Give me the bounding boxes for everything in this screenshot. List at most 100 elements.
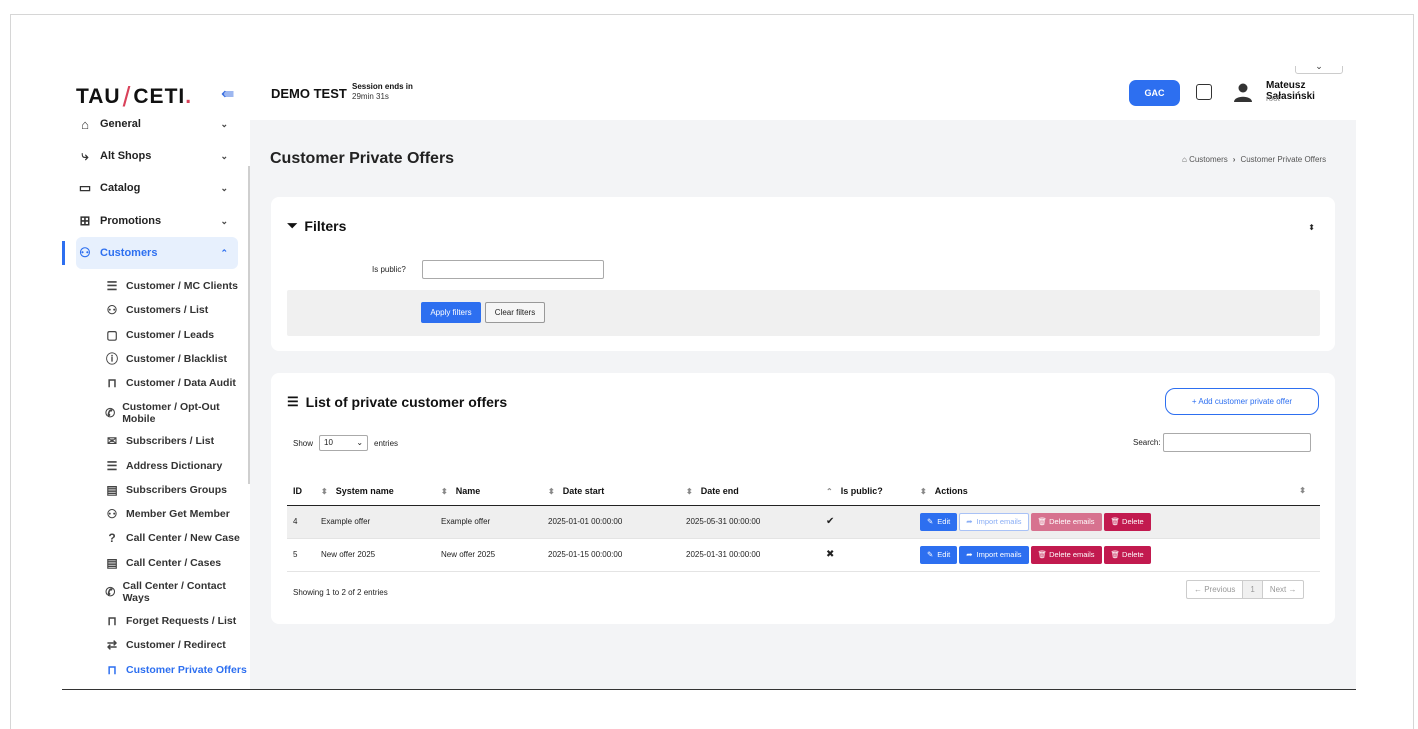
import-label: Import emails (976, 517, 1022, 526)
user-icon[interactable] (1233, 82, 1253, 102)
delete-emails-button[interactable]: 🗑 Delete emails (1030, 545, 1102, 564)
entries-label: entries (374, 438, 399, 448)
archive-icon: ▤ (106, 483, 118, 497)
import-emails-button[interactable]: ➦ Import emails (959, 545, 1029, 564)
column-header-label: Name (455, 485, 481, 496)
column-header-id[interactable]: ID (287, 477, 315, 506)
sidebar-item-promotions[interactable]: ⊞ Promotions ⌄ (76, 205, 238, 237)
arrow-left-to-line-icon[interactable]: ⇚ (221, 84, 234, 104)
sidebar-subitem-cases[interactable]: ▤ Call Center / Cases (104, 557, 250, 569)
cell-date-end: 2025-01-31 00:00:00 (680, 538, 820, 572)
trash-icon: 🗑 (1037, 550, 1048, 559)
column-header-is-public[interactable]: ⌃ Is public? (820, 477, 914, 506)
trash-icon: 🗑 (1037, 517, 1048, 526)
sidebar-item-label: General (100, 118, 141, 130)
clear-filters-button[interactable]: Clear filters (485, 302, 545, 323)
breadcrumb-link[interactable]: Customers (1189, 155, 1228, 164)
sort-toggle-icon[interactable]: ⬍ (1308, 223, 1315, 232)
page-size-select[interactable]: 10 ⌄ (319, 435, 369, 451)
sidebar-item-catalog[interactable]: ▭ Catalog ⌄ (76, 172, 238, 204)
add-private-offer-button[interactable]: + Add customer private offer (1165, 388, 1319, 415)
list-icon: ☰ (106, 459, 118, 473)
pagination: ← Previous 1 Next → (1186, 580, 1305, 599)
sidebar-subitem-subscribers-list[interactable]: ✉ Subscribers / List (104, 435, 250, 447)
repeat-icon: ⇄ (106, 638, 118, 652)
sidebar-subitem-subscribers-groups[interactable]: ▤ Subscribers Groups (104, 484, 250, 496)
top-dropdown-toggle[interactable]: ⌄ (1295, 66, 1343, 74)
column-header-label: Date start (562, 485, 605, 496)
sidebar-subitem-data-audit[interactable]: ⊓ Customer / Data Audit (104, 377, 250, 389)
edit-button[interactable]: ✎ Edit (920, 545, 958, 564)
sidebar-subitem-member-get-member[interactable]: ⚇ Member Get Member (104, 508, 250, 520)
sort-icon: ⬍ (321, 486, 328, 496)
sort-icon: ⬍ (920, 486, 927, 496)
gac-button[interactable]: GAC (1129, 80, 1180, 106)
offers-list-card: ☰ List of private customer offers + Add … (271, 373, 1335, 624)
sidebar-item-alt-shops[interactable]: ⤷ Alt Shops ⌄ (76, 140, 238, 172)
sidebar-subitem-label: Customer / Data Audit (126, 377, 236, 389)
breadcrumb: ⌂ Customers › Customer Private Offers (1182, 155, 1326, 164)
delete-button[interactable]: 🗑 Delete (1103, 512, 1151, 531)
import-emails-button[interactable]: ➦ Import emails (959, 512, 1029, 531)
column-header-label: Actions (934, 485, 968, 496)
sidebar-subitem-label: Member Get Member (126, 508, 230, 520)
tablet-icon: ▢ (106, 328, 118, 342)
sidebar-subitem-customers-list[interactable]: ⚇ Customers / List (104, 304, 250, 316)
sidebar-subitem-opt-out-mobile[interactable]: ✆ Customer / Opt-Out Mobile (104, 401, 224, 425)
check-icon: ✔ (820, 505, 914, 539)
logo-text-left: TAU (76, 85, 121, 108)
column-header-label: ID (293, 485, 302, 496)
sidebar-subitem-private-offers[interactable]: ⊓ Customer Private Offers (104, 664, 250, 676)
show-label: Show (293, 438, 314, 448)
chevron-down-icon: ⌄ (220, 150, 228, 161)
filters-title-text: Filters (304, 218, 347, 234)
table-row: 5 New offer 2025 New offer 2025 2025-01-… (287, 538, 1320, 572)
sidebar-subitem-contact-ways[interactable]: ✆ Call Center / Contact Ways (104, 580, 228, 604)
sidebar-subitem-address-dictionary[interactable]: ☰ Address Dictionary (104, 460, 250, 472)
cell-date-start: 2025-01-01 00:00:00 (542, 505, 680, 539)
apply-filters-button[interactable]: Apply filters (421, 302, 481, 323)
column-header-actions[interactable]: ⬍ Actions ⬍ (914, 477, 1320, 506)
sidebar-subitem-label: Subscribers / List (126, 435, 215, 447)
filter-icon: ⏷ (287, 218, 298, 233)
delete-emails-button[interactable]: 🗑 Delete emails (1030, 512, 1102, 531)
column-header-system-name[interactable]: ⬍ System name (315, 477, 435, 506)
chevron-down-icon: ⌄ (356, 438, 364, 447)
delete-button[interactable]: 🗑 Delete (1103, 545, 1151, 564)
column-header-date-start[interactable]: ⬍ Date start (542, 477, 680, 506)
column-header-name[interactable]: ⬍ Name (435, 477, 542, 506)
sidebar-subitem-new-case[interactable]: ? Call Center / New Case (104, 532, 250, 544)
trash-icon: 🗑 (1110, 517, 1121, 526)
message-square-icon[interactable] (1196, 84, 1212, 100)
column-header-date-end[interactable]: ⬍ Date end (680, 477, 820, 506)
filters-title: ⏷ Filters (287, 218, 346, 234)
search-input[interactable] (1162, 433, 1311, 452)
house-icon: ⌂ (81, 116, 89, 132)
sidebar-subitem-label: Customer / Blacklist (126, 353, 227, 365)
delete-emails-label: Delete emails (1049, 517, 1095, 526)
cell-id: 5 (287, 538, 315, 572)
edit-label: Edit (937, 550, 951, 559)
showing-info: Showing 1 to 2 of 2 entries (293, 588, 388, 597)
is-public-input[interactable] (422, 260, 604, 279)
import-label: Import emails (976, 550, 1022, 559)
sidebar-subitem-mc-clients[interactable]: ☰ Customer / MC Clients (104, 280, 250, 292)
page-number-button[interactable]: 1 (1242, 581, 1263, 598)
sort-icon: ⬍ (1299, 485, 1306, 495)
gift-icon: ⊞ (79, 213, 91, 228)
sidebar-subitem-redirect[interactable]: ⇄ Customer / Redirect (104, 639, 250, 651)
sidebar: TAU/CETI. ⇚ ⌂ General ⌄ ⤷ Alt Shops ⌄ ▭ … (62, 66, 250, 689)
folder-icon: ▭ (78, 180, 92, 195)
sidebar-subitem-label: Call Center / Contact Ways (122, 580, 226, 604)
table-row: 4 Example offer Example offer 2025-01-01… (287, 505, 1320, 539)
previous-page-button[interactable]: ← Previous (1187, 581, 1242, 598)
brand-logo[interactable]: TAU/CETI. (76, 78, 192, 112)
next-page-button[interactable]: Next → (1263, 581, 1304, 598)
cell-id: 4 (287, 505, 315, 539)
edit-button[interactable]: ✎ Edit (920, 512, 958, 531)
sidebar-subitem-leads[interactable]: ▢ Customer / Leads (104, 329, 250, 341)
sidebar-subitem-blacklist[interactable]: ⓘ Customer / Blacklist (104, 353, 250, 365)
sidebar-subitem-forget-requests[interactable]: ⊓ Forget Requests / List (104, 615, 250, 627)
sidebar-item-customers[interactable]: ⚇ Customers ⌃ (76, 237, 238, 269)
sidebar-item-general[interactable]: ⌂ General ⌄ (76, 108, 238, 140)
